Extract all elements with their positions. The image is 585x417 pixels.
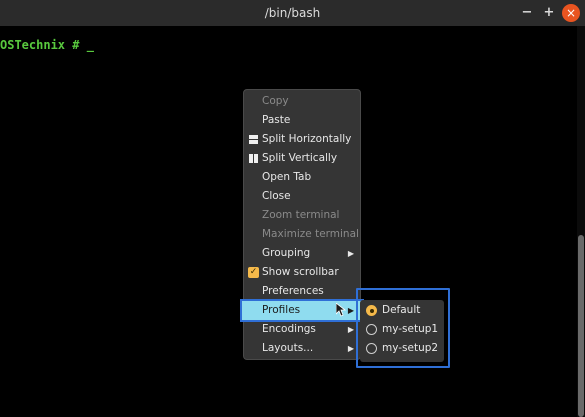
- menu-item-maximize-terminal[interactable]: Maximize terminal: [244, 225, 360, 244]
- submenu-arrow-icon: ▶: [347, 249, 354, 258]
- menu-item-label: Split Horizontally: [262, 133, 352, 145]
- submenu-arrow-icon: ▶: [347, 306, 354, 315]
- context-menu: Copy Paste Split Horizontally Split Vert…: [240, 89, 364, 360]
- minimize-button[interactable]: −: [518, 4, 536, 22]
- menu-item-label: Open Tab: [262, 171, 312, 183]
- menu-item-label: Close: [262, 190, 291, 202]
- menu-item-label: Grouping: [262, 247, 311, 259]
- checkbox-checked-icon[interactable]: ✓: [248, 267, 259, 278]
- annotation-highlight-box: [356, 288, 450, 368]
- menu-item-open-tab[interactable]: Open Tab: [244, 168, 360, 187]
- maximize-button[interactable]: +: [540, 4, 558, 22]
- menu-item-encodings[interactable]: Encodings ▶: [244, 320, 360, 339]
- mouse-pointer-icon: [336, 303, 346, 317]
- menu-item-label: Maximize terminal: [262, 228, 359, 240]
- menu-item-preferences[interactable]: Preferences: [244, 282, 360, 301]
- scrollbar-thumb[interactable]: [578, 235, 584, 417]
- menu-item-label: Encodings: [262, 323, 316, 335]
- menu-item-label: Copy: [262, 95, 289, 107]
- menu-item-label: Paste: [262, 114, 291, 126]
- menu-item-split-horizontally[interactable]: Split Horizontally: [244, 130, 360, 149]
- menu-item-label: Layouts...: [262, 342, 314, 354]
- menu-item-label: Zoom terminal: [262, 209, 340, 221]
- menu-item-label: Show scrollbar: [262, 266, 339, 278]
- menu-item-grouping[interactable]: Grouping ▶: [244, 244, 360, 263]
- menu-item-layouts[interactable]: Layouts... ▶: [244, 339, 360, 358]
- submenu-arrow-icon: ▶: [347, 325, 354, 334]
- menu-item-paste[interactable]: Paste: [244, 111, 360, 130]
- menu-item-label: Preferences: [262, 285, 324, 297]
- menu-item-copy[interactable]: Copy: [244, 92, 360, 111]
- menu-item-show-scrollbar[interactable]: ✓ Show scrollbar: [244, 263, 360, 282]
- terminal-prompt: OSTechnix # _: [0, 38, 94, 52]
- window-title: /bin/bash: [264, 6, 321, 20]
- menu-item-label: Profiles: [262, 304, 301, 316]
- menu-item-close[interactable]: Close: [244, 187, 360, 206]
- menu-item-zoom-terminal[interactable]: Zoom terminal: [244, 206, 360, 225]
- split-vertical-icon: [249, 154, 258, 163]
- close-button[interactable]: ×: [562, 4, 580, 22]
- submenu-arrow-icon: ▶: [347, 344, 354, 353]
- menu-item-split-vertically[interactable]: Split Vertically: [244, 149, 360, 168]
- window-titlebar: /bin/bash − + ×: [0, 0, 585, 26]
- menu-item-label: Split Vertically: [262, 152, 338, 164]
- split-horizontal-icon: [249, 135, 258, 144]
